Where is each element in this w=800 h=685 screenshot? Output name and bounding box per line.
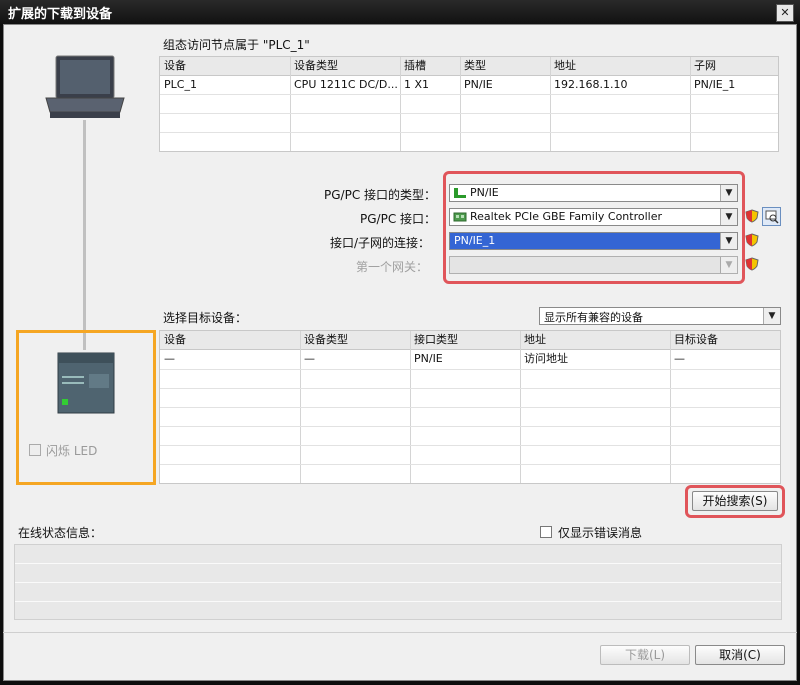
footer-divider: [3, 632, 797, 633]
column-header[interactable]: 接口类型: [410, 331, 520, 349]
select-target-label: 选择目标设备：: [163, 311, 248, 325]
subnet-connection-label: 接口/子网的连接：: [330, 236, 431, 250]
close-button[interactable]: ✕: [776, 4, 794, 22]
table-cell[interactable]: 1 X1: [400, 76, 460, 94]
table-cell[interactable]: PLC_1: [160, 76, 290, 94]
highlight-interface-settings: [443, 171, 745, 284]
only-errors-checkbox[interactable]: [540, 526, 552, 538]
highlight-start-search: [685, 485, 785, 518]
config-access-heading: 组态访问节点属于 "PLC_1": [163, 38, 310, 52]
column-header[interactable]: 子网: [690, 57, 778, 75]
connection-line: [83, 120, 86, 350]
gateway-label: 第一个网关：: [356, 260, 429, 274]
diagnostics-button[interactable]: [762, 207, 781, 226]
column-header[interactable]: 目标设备: [670, 331, 780, 349]
shield-icon[interactable]: [745, 233, 759, 247]
column-header[interactable]: 设备: [160, 331, 300, 349]
column-header[interactable]: 类型: [460, 57, 550, 75]
table-cell[interactable]: —: [670, 350, 780, 368]
column-header[interactable]: 地址: [550, 57, 690, 75]
target-filter-select[interactable]: 显示所有兼容的设备 ▼: [539, 307, 781, 325]
online-status-label: 在线状态信息：: [18, 526, 103, 540]
diagnostics-icon: [765, 210, 779, 224]
column-header[interactable]: 插槽: [400, 57, 460, 75]
table-cell[interactable]: —: [300, 350, 410, 368]
pgpc-interface-label: PG/PC 接口：: [360, 212, 437, 226]
shield-icon[interactable]: [745, 209, 759, 223]
column-header[interactable]: 设备类型: [290, 57, 400, 75]
table-cell[interactable]: 访问地址: [520, 350, 670, 368]
cancel-button[interactable]: 取消(C): [695, 645, 785, 665]
title-bar: [0, 0, 800, 24]
column-header[interactable]: 设备类型: [300, 331, 410, 349]
table-cell[interactable]: PN/IE: [460, 76, 550, 94]
table-cell[interactable]: —: [160, 350, 300, 368]
chevron-down-icon[interactable]: ▼: [763, 308, 780, 324]
column-header[interactable]: 地址: [520, 331, 670, 349]
pc-icon: [45, 55, 125, 118]
online-status-list: [14, 544, 782, 620]
flash-led-checkbox: [29, 444, 41, 456]
table-cell[interactable]: 192.168.1.10: [550, 76, 690, 94]
config-access-table: 设备 设备类型 插槽 类型 地址 子网 PLC_1 CPU 1211C DC/D…: [159, 56, 779, 152]
table-cell[interactable]: PN/IE_1: [690, 76, 778, 94]
plc-icon: [57, 352, 115, 414]
flash-led-label: 闪烁 LED: [46, 444, 98, 458]
only-errors-label: 仅显示错误消息: [558, 526, 643, 540]
target-device-table: 设备 设备类型 接口类型 地址 目标设备 — — PN/IE 访问地址 —: [159, 330, 781, 484]
shield-icon[interactable]: [745, 257, 759, 271]
window-title: 扩展的下载到设备: [8, 7, 113, 22]
column-header[interactable]: 设备: [160, 57, 290, 75]
pgpc-type-label: PG/PC 接口的类型：: [324, 188, 437, 202]
table-cell[interactable]: CPU 1211C DC/D...: [290, 76, 400, 94]
table-cell[interactable]: PN/IE: [410, 350, 520, 368]
load-button[interactable]: 下载(L): [600, 645, 690, 665]
